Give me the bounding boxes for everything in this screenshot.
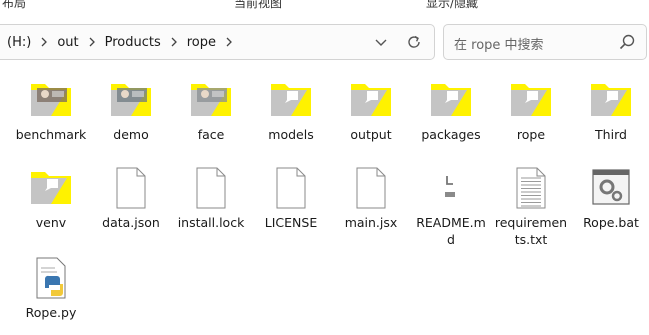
file-name: face bbox=[197, 127, 225, 142]
file-item[interactable]: models bbox=[251, 76, 331, 143]
search-placeholder: 在 rope 中搜索 bbox=[454, 38, 544, 53]
file-icon bbox=[347, 164, 395, 212]
layout-menu-label[interactable]: 布局 bbox=[2, 0, 26, 11]
file-item[interactable]: requirements.txt bbox=[491, 164, 571, 248]
folder-icon bbox=[587, 76, 635, 124]
python-file-icon bbox=[27, 254, 75, 302]
text-file-icon bbox=[507, 164, 555, 212]
address-history-dropdown[interactable] bbox=[373, 34, 389, 50]
file-item[interactable]: output bbox=[331, 76, 411, 143]
file-item[interactable]: venv bbox=[11, 164, 91, 231]
file-name: README.md bbox=[416, 215, 486, 247]
file-icon bbox=[187, 164, 235, 212]
breadcrumb-rope[interactable]: rope bbox=[183, 35, 220, 50]
folder-icon bbox=[507, 76, 555, 124]
file-name: Rope.py bbox=[25, 305, 77, 320]
chevron-right-icon[interactable] bbox=[83, 37, 101, 47]
search-icon[interactable] bbox=[618, 33, 636, 51]
file-item[interactable]: benchmark bbox=[11, 76, 91, 143]
search-input[interactable]: 在 rope 中搜索 bbox=[443, 24, 647, 60]
file-name: Third bbox=[595, 127, 627, 142]
file-name: requirements.txt bbox=[494, 215, 568, 247]
chevron-right-icon[interactable] bbox=[165, 37, 183, 47]
file-icon bbox=[267, 164, 315, 212]
file-item[interactable]: Third bbox=[571, 76, 649, 143]
file-name: rope bbox=[516, 127, 546, 142]
file-item[interactable]: data.json bbox=[91, 164, 171, 231]
file-item[interactable]: install.lock bbox=[171, 164, 251, 231]
file-item[interactable]: face bbox=[171, 76, 251, 143]
file-name: install.lock bbox=[177, 215, 245, 230]
command-bar-partial: 布局 当前视图 显示/隐藏 bbox=[0, 0, 649, 14]
breadcrumb-out[interactable]: out bbox=[53, 35, 82, 50]
file-name: demo bbox=[113, 127, 149, 142]
breadcrumb-drive[interactable]: (H:) bbox=[3, 35, 35, 50]
file-name: venv bbox=[35, 215, 67, 230]
file-grid: benchmark demo face models output packag… bbox=[0, 76, 649, 335]
folder-photo-icon bbox=[107, 76, 155, 124]
file-item[interactable]: Rope.bat bbox=[571, 164, 649, 231]
file-item[interactable]: rope bbox=[491, 76, 571, 143]
breadcrumb: (H:) out Products rope bbox=[3, 25, 238, 59]
file-item[interactable]: packages bbox=[411, 76, 491, 143]
chevron-down-icon bbox=[375, 39, 387, 46]
chevron-right-icon[interactable] bbox=[220, 37, 238, 47]
markdown-file-icon bbox=[427, 164, 475, 212]
folder-icon bbox=[427, 76, 475, 124]
file-item[interactable]: demo bbox=[91, 76, 171, 143]
file-name: models bbox=[268, 127, 314, 142]
file-name: output bbox=[350, 127, 392, 142]
folder-photo-icon bbox=[187, 76, 235, 124]
file-item[interactable]: Rope.py bbox=[11, 254, 91, 321]
breadcrumb-products[interactable]: Products bbox=[101, 35, 165, 50]
chevron-right-icon[interactable] bbox=[35, 37, 53, 47]
file-icon bbox=[107, 164, 155, 212]
address-bar[interactable]: (H:) out Products rope bbox=[0, 24, 435, 60]
file-item[interactable]: LICENSE bbox=[251, 164, 331, 231]
file-name: data.json bbox=[102, 215, 160, 230]
current-view-menu-label[interactable]: 当前视图 bbox=[234, 0, 282, 11]
file-name: packages bbox=[421, 127, 481, 142]
refresh-icon bbox=[408, 35, 420, 48]
batch-file-icon bbox=[587, 164, 635, 212]
file-name: Rope.bat bbox=[583, 215, 639, 230]
folder-icon bbox=[347, 76, 395, 124]
folder-photo-icon bbox=[27, 76, 75, 124]
file-item[interactable]: main.jsx bbox=[331, 164, 411, 231]
refresh-button[interactable] bbox=[406, 34, 422, 50]
file-name: LICENSE bbox=[264, 215, 318, 230]
folder-icon bbox=[267, 76, 315, 124]
show-hide-menu-label[interactable]: 显示/隐藏 bbox=[426, 0, 478, 11]
file-name: main.jsx bbox=[344, 215, 398, 230]
folder-icon bbox=[27, 164, 75, 212]
file-name: benchmark bbox=[15, 127, 87, 142]
file-item[interactable]: README.md bbox=[411, 164, 491, 248]
